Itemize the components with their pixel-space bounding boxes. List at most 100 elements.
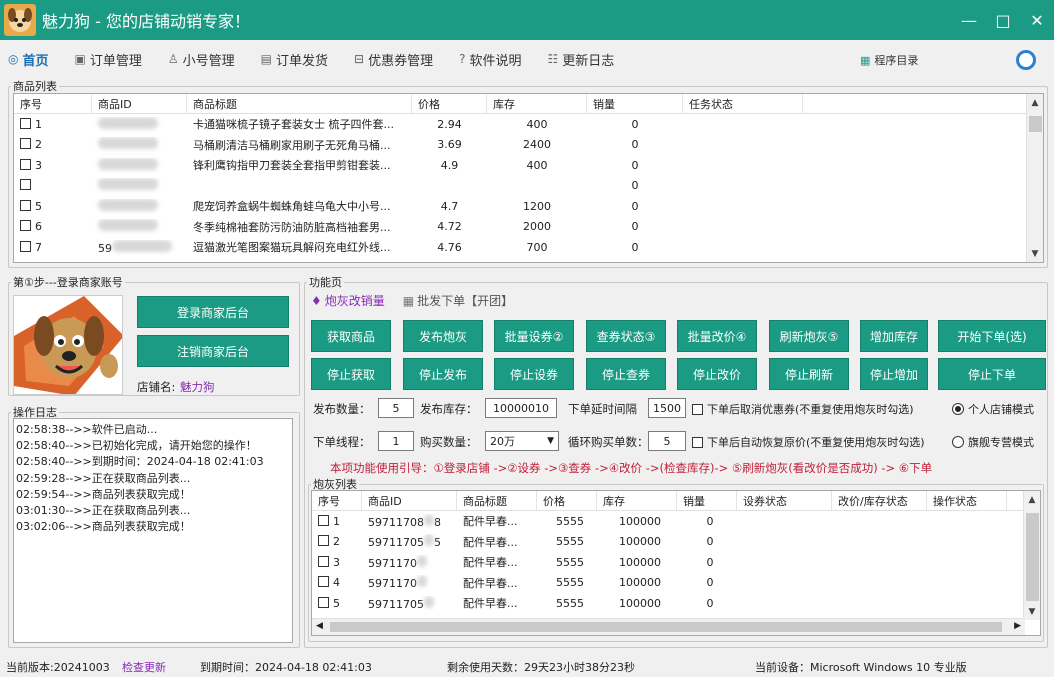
row-checkbox[interactable]: [20, 158, 31, 170]
stop-price-button[interactable]: 停止改价: [677, 358, 757, 390]
batch-price-button[interactable]: 批量改价④: [677, 320, 757, 352]
refresh-cannon-button[interactable]: 刷新炮灰⑤: [769, 320, 849, 352]
radio-dot[interactable]: [952, 436, 964, 448]
table-row[interactable]: 6 冬季纯棉袖套防污防油防脏高档袖套男... 4.72 2000 0: [14, 217, 1043, 238]
threads-input[interactable]: 1: [378, 431, 414, 451]
row-checkbox[interactable]: [20, 240, 31, 252]
row-checkbox[interactable]: [20, 117, 31, 129]
col-header[interactable]: 商品ID: [92, 94, 187, 113]
publish-stock-input[interactable]: 10000010: [485, 398, 557, 418]
stop-order-button[interactable]: 停止下单: [938, 358, 1046, 390]
col-header[interactable]: 设券状态: [737, 491, 832, 510]
row-checkbox[interactable]: [318, 535, 329, 547]
table-row[interactable]: 2 59711705 5 配件早春... 5555 100000 0: [312, 532, 1040, 553]
row-checkbox[interactable]: [318, 555, 329, 567]
flagship-shop-radio[interactable]: 旗舰专营模式: [952, 434, 1034, 450]
stop-publish-button[interactable]: 停止发布: [403, 358, 483, 390]
table-row[interactable]: 7 59 逗猫激光笔图案猫玩具解闷充电红外线... 4.76 700 0: [14, 237, 1043, 258]
menu-account-manage[interactable]: ♙ 小号管理: [168, 50, 235, 69]
table-row[interactable]: 1 卡通猫咪梳子镜子套装女士 梳子四件套... 2.94 400 0: [14, 114, 1043, 135]
stop-check-button[interactable]: 停止查券: [586, 358, 666, 390]
publish-cannon-button[interactable]: 发布炮灰: [403, 320, 483, 352]
col-header[interactable]: 序号: [14, 94, 92, 113]
menu-changelog[interactable]: ☷ 更新日志: [547, 50, 614, 69]
menu-home[interactable]: ◎ 首页: [8, 50, 49, 69]
refresh-icon[interactable]: [1016, 50, 1036, 70]
close-button[interactable]: ✕: [1020, 0, 1054, 40]
delay-input[interactable]: 1500: [648, 398, 686, 418]
table-row[interactable]: 0: [14, 176, 1043, 197]
row-checkbox[interactable]: [318, 514, 329, 526]
scroll-thumb[interactable]: [1029, 116, 1042, 132]
scroll-thumb[interactable]: [1026, 513, 1039, 601]
publish-qty-input[interactable]: 5: [378, 398, 414, 418]
add-stock-button[interactable]: 增加库存: [860, 320, 928, 352]
operation-log[interactable]: 02:58:38-->>软件已启动... 02:58:40-->>已初始化完成，…: [13, 418, 293, 643]
restore-price-checkbox[interactable]: 下单后自动恢复原价(不重复使用炮灰时勾选): [692, 434, 925, 450]
check-update-link[interactable]: 检查更新: [122, 659, 166, 675]
scroll-down-icon[interactable]: ▼: [1024, 603, 1040, 620]
product-table-scrollbar[interactable]: ▲ ▼: [1026, 94, 1043, 262]
stop-get-button[interactable]: 停止获取: [311, 358, 391, 390]
scroll-left-icon[interactable]: ◀: [316, 621, 323, 631]
radio-dot[interactable]: [952, 403, 964, 415]
scroll-down-icon[interactable]: ▼: [1027, 245, 1043, 262]
cancel-coupon-checkbox[interactable]: 下单后取消优惠券(不重复使用炮灰时勾选): [692, 401, 914, 417]
scroll-up-icon[interactable]: ▲: [1024, 491, 1040, 508]
col-header[interactable]: 商品标题: [187, 94, 412, 113]
menu-help[interactable]: ? 软件说明: [459, 50, 521, 69]
tab-wholesale-order[interactable]: ▦ 批发下单【开团】: [403, 292, 513, 309]
col-header[interactable]: 商品ID: [362, 491, 457, 510]
row-checkbox[interactable]: [20, 199, 31, 211]
maximize-button[interactable]: □: [986, 0, 1020, 40]
col-header[interactable]: 改价/库存状态: [832, 491, 927, 510]
cannon-table-vscroll[interactable]: ▲ ▼: [1023, 491, 1040, 620]
scroll-right-icon[interactable]: ▶: [1014, 621, 1021, 631]
menu-coupon[interactable]: ⊟ 优惠券管理: [354, 50, 433, 69]
personal-shop-radio[interactable]: 个人店铺模式: [952, 401, 1034, 417]
col-header[interactable]: 商品标题: [457, 491, 537, 510]
checkbox-box[interactable]: [692, 436, 703, 448]
program-dir-button[interactable]: ▦ 程序目录: [860, 52, 918, 68]
logout-merchant-button[interactable]: 注销商家后台: [137, 335, 289, 367]
tab-cannon-sales[interactable]: ♦ 炮灰改销量: [311, 292, 385, 309]
col-header[interactable]: 价格: [412, 94, 487, 113]
row-checkbox[interactable]: [20, 179, 31, 191]
buy-qty-select[interactable]: 20万 ▼: [485, 431, 559, 451]
row-checkbox[interactable]: [20, 138, 31, 150]
col-header[interactable]: 库存: [487, 94, 587, 113]
cannon-table-hscroll[interactable]: ◀ ▶: [312, 618, 1025, 635]
stop-coupon-button[interactable]: 停止设券: [494, 358, 574, 390]
col-header[interactable]: 销量: [677, 491, 737, 510]
col-header[interactable]: 操作状态: [927, 491, 1007, 510]
scroll-up-icon[interactable]: ▲: [1027, 94, 1043, 111]
col-header[interactable]: 序号: [312, 491, 362, 510]
menu-shipping[interactable]: ▤ 订单发货: [261, 50, 328, 69]
col-header[interactable]: 价格: [537, 491, 597, 510]
table-row[interactable]: 1 59711708 8 配件早春... 5555 100000 0: [312, 511, 1040, 532]
loop-input[interactable]: 5: [648, 431, 686, 451]
col-header[interactable]: 库存: [597, 491, 677, 510]
table-row[interactable]: 2 马桶刷清洁马桶刷家用刷子无死角马桶... 3.69 2400 0: [14, 135, 1043, 156]
row-checkbox[interactable]: [318, 576, 329, 588]
stop-refresh-button[interactable]: 停止刷新: [769, 358, 849, 390]
start-order-button[interactable]: 开始下单(选): [938, 320, 1046, 352]
checkbox-box[interactable]: [692, 403, 703, 415]
batch-coupon-button[interactable]: 批量设券②: [494, 320, 574, 352]
table-row[interactable]: 3 5971170 配件早春... 5555 100000 0: [312, 552, 1040, 573]
minimize-button[interactable]: —: [952, 0, 986, 40]
row-checkbox[interactable]: [20, 220, 31, 232]
table-row[interactable]: 5 爬宠饲养盒蜗牛蜘蛛角蛙乌龟大中小号... 4.7 1200 0: [14, 196, 1043, 217]
col-header[interactable]: 任务状态: [683, 94, 803, 113]
col-header[interactable]: 销量: [587, 94, 683, 113]
table-row[interactable]: 5 59711705 配件早春... 5555 100000 0: [312, 593, 1040, 614]
table-row[interactable]: 3 锋利鹰钩指甲刀套装全套指甲剪钳套装... 4.9 400 0: [14, 155, 1043, 176]
menu-order-manage[interactable]: ▣ 订单管理: [75, 50, 142, 69]
row-checkbox[interactable]: [318, 596, 329, 608]
check-coupon-button[interactable]: 查券状态③: [586, 320, 666, 352]
stop-add-button[interactable]: 停止增加: [860, 358, 928, 390]
scroll-thumb[interactable]: [330, 622, 1002, 632]
login-merchant-button[interactable]: 登录商家后台: [137, 296, 289, 328]
get-products-button[interactable]: 获取商品: [311, 320, 391, 352]
table-row[interactable]: 4 5971170 配件早春... 5555 100000 0: [312, 573, 1040, 594]
